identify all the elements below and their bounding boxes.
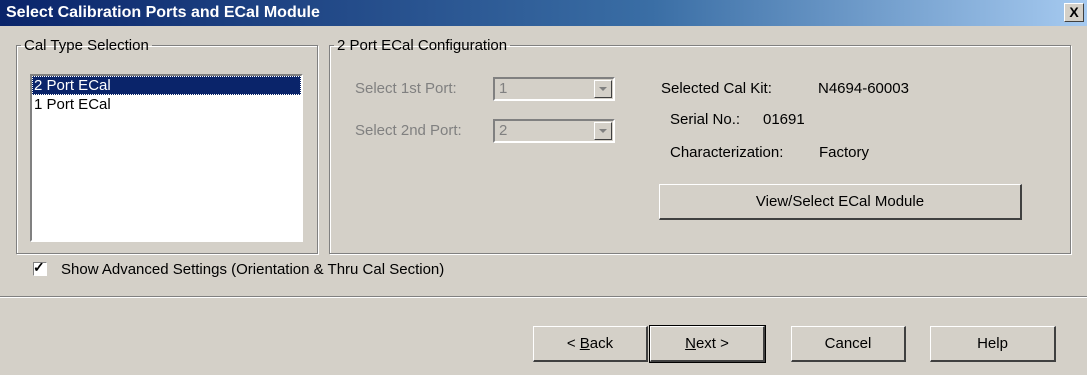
characterization-value: Factory bbox=[819, 144, 870, 161]
list-item-2-port-ecal[interactable]: 2 Port ECal bbox=[32, 76, 301, 95]
title-bar: Select Calibration Ports and ECal Module… bbox=[0, 0, 1087, 26]
next-mnemonic: N bbox=[685, 335, 696, 352]
close-icon: X bbox=[1069, 4, 1079, 20]
ecal-config-legend: 2 Port ECal Configuration bbox=[337, 37, 508, 54]
cancel-button[interactable]: Cancel bbox=[791, 326, 906, 362]
next-label-rest: ext > bbox=[695, 335, 729, 352]
help-label: Help bbox=[977, 335, 1008, 352]
next-button[interactable]: Next > bbox=[649, 325, 766, 363]
chevron-down-icon bbox=[599, 87, 607, 91]
close-button[interactable]: X bbox=[1064, 3, 1084, 22]
chevron-down-icon bbox=[599, 129, 607, 133]
port1-value: 1 bbox=[499, 80, 508, 97]
back-mnemonic: B bbox=[579, 335, 590, 352]
serial-label: Serial No.: bbox=[670, 111, 741, 128]
port1-dropdown-button[interactable] bbox=[594, 80, 612, 98]
help-button[interactable]: Help bbox=[930, 326, 1056, 362]
show-advanced-label[interactable]: Show Advanced Settings (Orientation & Th… bbox=[61, 261, 444, 278]
view-select-ecal-label: View/Select ECal Module bbox=[755, 193, 925, 210]
serial-value: 01691 bbox=[763, 111, 805, 128]
cal-type-listbox[interactable]: 2 Port ECal 1 Port ECal bbox=[30, 74, 303, 242]
cal-type-legend: Cal Type Selection bbox=[24, 37, 149, 54]
port2-dropdown-button[interactable] bbox=[594, 122, 612, 140]
back-button[interactable]: < Back bbox=[533, 326, 648, 362]
list-item-1-port-ecal[interactable]: 1 Port ECal bbox=[32, 95, 301, 114]
selected-kit-value: N4694-60003 bbox=[818, 80, 909, 97]
view-select-ecal-button[interactable]: View/Select ECal Module bbox=[659, 184, 1022, 220]
checkmark-icon: ✓ bbox=[33, 259, 45, 275]
port2-value: 2 bbox=[499, 122, 508, 139]
back-prefix: < bbox=[566, 335, 580, 352]
cancel-label: Cancel bbox=[824, 335, 872, 352]
footer-divider bbox=[0, 296, 1087, 298]
port1-label: Select 1st Port: bbox=[355, 80, 457, 97]
window-title: Select Calibration Ports and ECal Module bbox=[6, 4, 320, 21]
port1-select[interactable]: 1 bbox=[493, 77, 615, 101]
selected-kit-label: Selected Cal Kit: bbox=[661, 80, 772, 97]
port2-select[interactable]: 2 bbox=[493, 119, 615, 143]
show-advanced-checkbox[interactable]: ✓ bbox=[33, 259, 47, 276]
port2-label: Select 2nd Port: bbox=[355, 122, 462, 139]
back-label-rest: ack bbox=[589, 335, 614, 352]
characterization-label: Characterization: bbox=[670, 144, 784, 161]
